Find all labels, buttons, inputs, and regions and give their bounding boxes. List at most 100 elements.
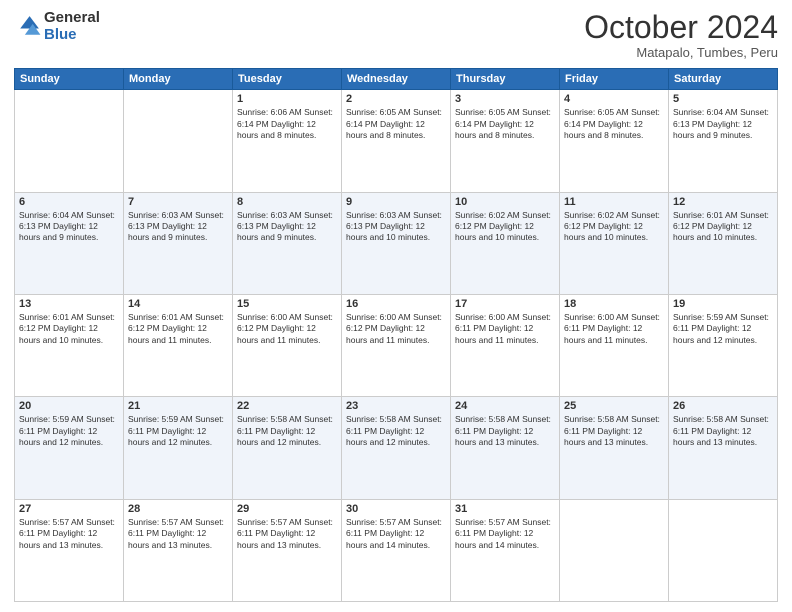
day-cell-2-6: 19 Sunrise: 5:59 AM Sunset: 6:11 PM Dayli… <box>669 294 778 396</box>
day-info-14: Sunrise: 6:01 AM Sunset: 6:12 PM Dayligh… <box>128 312 228 346</box>
day-cell-3-0: 20Sunrise: 5:59 AM Sunset: 6:11 PM Dayli… <box>15 397 124 499</box>
day-number-27: 27 <box>19 503 119 515</box>
day-cell-4-5 <box>560 499 669 601</box>
day-info-6: Sunrise: 6:04 AM Sunset: 6:13 PM Dayligh… <box>19 210 119 244</box>
day-cell-0-4: 3Sunrise: 6:05 AM Sunset: 6:14 PM Daylig… <box>451 90 560 192</box>
day-cell-1-6: 12Sunrise: 6:01 AM Sunset: 6:12 PM Dayli… <box>669 192 778 294</box>
day-cell-1-2: 8 Sunrise: 6:03 AM Sunset: 6:13 PM Daylig… <box>233 192 342 294</box>
day-number-13: 13 <box>19 298 119 310</box>
logo-general: General <box>44 10 100 27</box>
day-cell-4-1: 28 Sunrise: 5:57 AM Sunset: 6:11 PM Dayli… <box>124 499 233 601</box>
day-number-4: 4 <box>564 93 664 105</box>
day-cell-0-3: 2 Sunrise: 6:05 AM Sunset: 6:14 PM Daylig… <box>342 90 451 192</box>
day-cell-2-5: 18 Sunrise: 6:00 AM Sunset: 6:11 PM Dayli… <box>560 294 669 396</box>
day-info-31: Sunrise: 5:57 AM Sunset: 6:11 PM Dayligh… <box>455 517 555 551</box>
day-info-10: Sunrise: 6:02 AM Sunset: 6:12 PM Dayligh… <box>455 210 555 244</box>
header-thursday: Thursday <box>451 69 560 90</box>
day-cell-0-0 <box>15 90 124 192</box>
day-number-7: 7 <box>128 196 228 208</box>
week-row-0: 1 Sunrise: 6:06 AM Sunset: 6:14 PM Daylig… <box>15 90 778 192</box>
logo-blue: Blue <box>44 27 100 44</box>
day-number-25: 25 <box>564 400 664 412</box>
day-info-3: Sunrise: 6:05 AM Sunset: 6:14 PM Dayligh… <box>455 107 555 141</box>
day-cell-0-2: 1 Sunrise: 6:06 AM Sunset: 6:14 PM Daylig… <box>233 90 342 192</box>
day-info-27: Sunrise: 5:57 AM Sunset: 6:11 PM Dayligh… <box>19 517 119 551</box>
weekday-header-row: Sunday Monday Tuesday Wednesday Thursday… <box>15 69 778 90</box>
day-cell-3-6: 26 Sunrise: 5:58 AM Sunset: 6:11 PM Dayli… <box>669 397 778 499</box>
day-cell-2-2: 15 Sunrise: 6:00 AM Sunset: 6:12 PM Dayli… <box>233 294 342 396</box>
header-friday: Friday <box>560 69 669 90</box>
day-number-15: 15 <box>237 298 337 310</box>
day-info-29: Sunrise: 5:57 AM Sunset: 6:11 PM Dayligh… <box>237 517 337 551</box>
day-number-10: 10 <box>455 196 555 208</box>
header-wednesday: Wednesday <box>342 69 451 90</box>
day-number-5: 5 <box>673 93 773 105</box>
day-cell-3-4: 24Sunrise: 5:58 AM Sunset: 6:11 PM Dayli… <box>451 397 560 499</box>
day-number-1: 1 <box>237 93 337 105</box>
header-monday: Monday <box>124 69 233 90</box>
day-number-31: 31 <box>455 503 555 515</box>
header-tuesday: Tuesday <box>233 69 342 90</box>
day-cell-3-1: 21Sunrise: 5:59 AM Sunset: 6:11 PM Dayli… <box>124 397 233 499</box>
day-cell-2-3: 16 Sunrise: 6:00 AM Sunset: 6:12 PM Dayli… <box>342 294 451 396</box>
day-number-28: 28 <box>128 503 228 515</box>
day-info-5: Sunrise: 6:04 AM Sunset: 6:13 PM Dayligh… <box>673 107 773 141</box>
day-cell-3-5: 25 Sunrise: 5:58 AM Sunset: 6:11 PM Dayli… <box>560 397 669 499</box>
day-cell-4-0: 27 Sunrise: 5:57 AM Sunset: 6:11 PM Dayli… <box>15 499 124 601</box>
week-row-2: 13 Sunrise: 6:01 AM Sunset: 6:12 PM Dayli… <box>15 294 778 396</box>
day-cell-4-3: 30 Sunrise: 5:57 AM Sunset: 6:11 PM Dayli… <box>342 499 451 601</box>
day-info-11: Sunrise: 6:02 AM Sunset: 6:12 PM Dayligh… <box>564 210 664 244</box>
day-cell-4-4: 31 Sunrise: 5:57 AM Sunset: 6:11 PM Dayli… <box>451 499 560 601</box>
day-cell-2-1: 14 Sunrise: 6:01 AM Sunset: 6:12 PM Dayli… <box>124 294 233 396</box>
day-cell-2-0: 13 Sunrise: 6:01 AM Sunset: 6:12 PM Dayli… <box>15 294 124 396</box>
logo-icon <box>14 13 42 41</box>
day-number-9: 9 <box>346 196 446 208</box>
day-cell-1-4: 10 Sunrise: 6:02 AM Sunset: 6:12 PM Dayli… <box>451 192 560 294</box>
day-cell-2-4: 17Sunrise: 6:00 AM Sunset: 6:11 PM Dayli… <box>451 294 560 396</box>
calendar-table: Sunday Monday Tuesday Wednesday Thursday… <box>14 68 778 602</box>
day-info-7: Sunrise: 6:03 AM Sunset: 6:13 PM Dayligh… <box>128 210 228 244</box>
day-number-8: 8 <box>237 196 337 208</box>
day-cell-3-2: 22Sunrise: 5:58 AM Sunset: 6:11 PM Dayli… <box>233 397 342 499</box>
day-number-24: 24 <box>455 400 555 412</box>
day-info-2: Sunrise: 6:05 AM Sunset: 6:14 PM Dayligh… <box>346 107 446 141</box>
day-info-9: Sunrise: 6:03 AM Sunset: 6:13 PM Dayligh… <box>346 210 446 244</box>
day-info-23: Sunrise: 5:58 AM Sunset: 6:11 PM Dayligh… <box>346 414 446 448</box>
day-number-29: 29 <box>237 503 337 515</box>
day-info-28: Sunrise: 5:57 AM Sunset: 6:11 PM Dayligh… <box>128 517 228 551</box>
day-info-25: Sunrise: 5:58 AM Sunset: 6:11 PM Dayligh… <box>564 414 664 448</box>
day-number-2: 2 <box>346 93 446 105</box>
day-number-19: 19 <box>673 298 773 310</box>
day-info-16: Sunrise: 6:00 AM Sunset: 6:12 PM Dayligh… <box>346 312 446 346</box>
location: Matapalo, Tumbes, Peru <box>584 45 778 60</box>
day-cell-1-5: 11Sunrise: 6:02 AM Sunset: 6:12 PM Dayli… <box>560 192 669 294</box>
day-info-15: Sunrise: 6:00 AM Sunset: 6:12 PM Dayligh… <box>237 312 337 346</box>
day-number-16: 16 <box>346 298 446 310</box>
header-saturday: Saturday <box>669 69 778 90</box>
day-info-4: Sunrise: 6:05 AM Sunset: 6:14 PM Dayligh… <box>564 107 664 141</box>
day-info-17: Sunrise: 6:00 AM Sunset: 6:11 PM Dayligh… <box>455 312 555 346</box>
day-number-23: 23 <box>346 400 446 412</box>
day-number-30: 30 <box>346 503 446 515</box>
day-info-18: Sunrise: 6:00 AM Sunset: 6:11 PM Dayligh… <box>564 312 664 346</box>
header-sunday: Sunday <box>15 69 124 90</box>
header: General Blue October 2024 Matapalo, Tumb… <box>14 10 778 60</box>
logo: General Blue <box>14 10 100 43</box>
day-cell-3-3: 23 Sunrise: 5:58 AM Sunset: 6:11 PM Dayli… <box>342 397 451 499</box>
day-info-8: Sunrise: 6:03 AM Sunset: 6:13 PM Dayligh… <box>237 210 337 244</box>
day-info-13: Sunrise: 6:01 AM Sunset: 6:12 PM Dayligh… <box>19 312 119 346</box>
day-info-26: Sunrise: 5:58 AM Sunset: 6:11 PM Dayligh… <box>673 414 773 448</box>
day-number-14: 14 <box>128 298 228 310</box>
day-info-1: Sunrise: 6:06 AM Sunset: 6:14 PM Dayligh… <box>237 107 337 141</box>
week-row-1: 6 Sunrise: 6:04 AM Sunset: 6:13 PM Daylig… <box>15 192 778 294</box>
day-number-18: 18 <box>564 298 664 310</box>
day-cell-4-6 <box>669 499 778 601</box>
day-info-30: Sunrise: 5:57 AM Sunset: 6:11 PM Dayligh… <box>346 517 446 551</box>
day-info-22: Sunrise: 5:58 AM Sunset: 6:11 PM Dayligh… <box>237 414 337 448</box>
day-number-26: 26 <box>673 400 773 412</box>
day-cell-1-0: 6 Sunrise: 6:04 AM Sunset: 6:13 PM Daylig… <box>15 192 124 294</box>
day-info-21: Sunrise: 5:59 AM Sunset: 6:11 PM Dayligh… <box>128 414 228 448</box>
day-cell-0-1 <box>124 90 233 192</box>
day-number-6: 6 <box>19 196 119 208</box>
day-info-19: Sunrise: 5:59 AM Sunset: 6:11 PM Dayligh… <box>673 312 773 346</box>
